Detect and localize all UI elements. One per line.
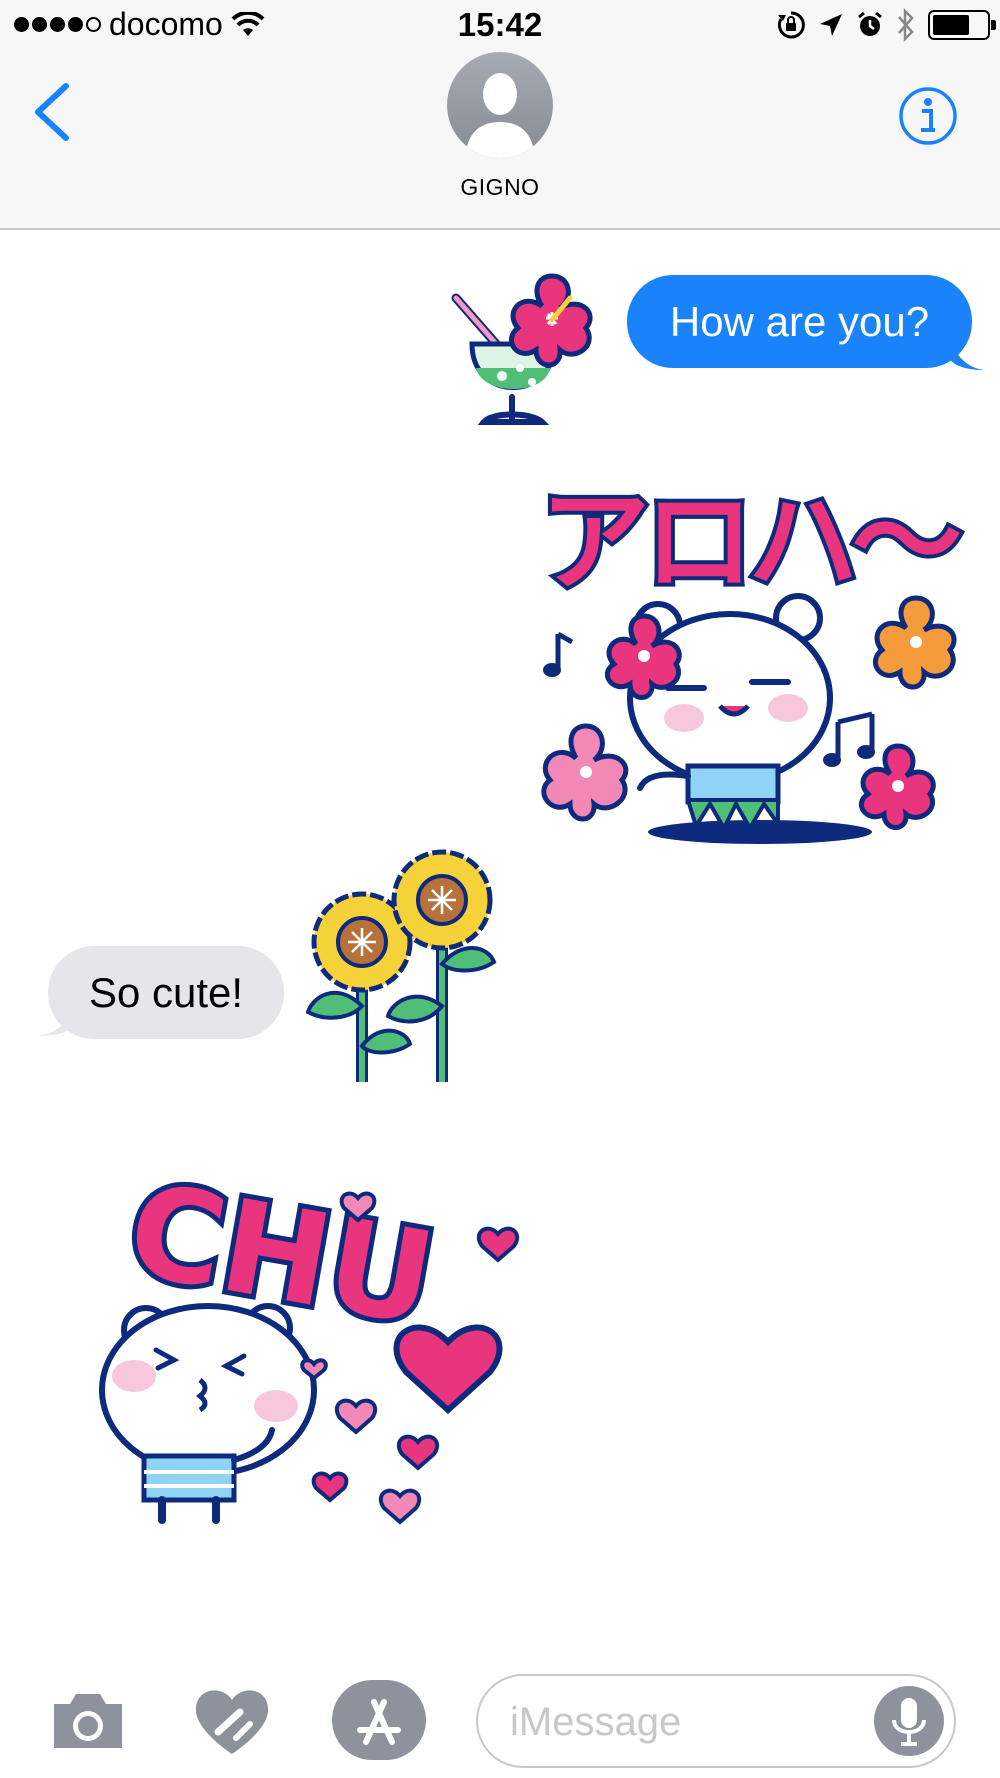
alarm-icon <box>858 11 882 36</box>
back-chevron-icon[interactable] <box>30 82 74 142</box>
sunflowers-sticker[interactable] <box>306 846 506 1086</box>
tropical-drink-sticker[interactable] <box>442 272 612 436</box>
incoming-message-text: So cute! <box>88 968 244 1016</box>
outgoing-message-bubble[interactable]: How are you? <box>627 275 972 368</box>
aloha-sticker-text: アロハ〜 <box>540 478 960 606</box>
person-silhouette-icon <box>465 73 535 158</box>
bluetooth-icon <box>898 8 914 42</box>
status-right <box>776 8 996 42</box>
message-input[interactable] <box>510 1694 840 1750</box>
battery-icon <box>928 10 996 40</box>
outgoing-message-text: How are you? <box>669 297 930 345</box>
conversation-header: GIGNO <box>0 52 1000 230</box>
location-arrow-icon <box>820 14 842 36</box>
aloha-bear-sticker[interactable]: アロハ〜 <box>528 470 978 850</box>
camera-icon[interactable] <box>50 1690 126 1750</box>
chu-bear-sticker[interactable]: CHU <box>88 1160 528 1540</box>
app-store-icon[interactable] <box>332 1680 426 1760</box>
contact-name[interactable]: GIGNO <box>0 174 1000 201</box>
dictation-button[interactable] <box>874 1686 944 1756</box>
imessage-text-field[interactable] <box>476 1674 956 1768</box>
incoming-message-bubble[interactable]: So cute! <box>48 946 284 1039</box>
contact-avatar[interactable] <box>447 52 553 158</box>
microphone-icon <box>892 1698 926 1746</box>
digital-touch-heart-icon[interactable] <box>192 1684 272 1758</box>
status-bar: docomo 15:42 <box>0 0 1000 52</box>
orientation-lock-icon <box>777 11 805 39</box>
info-icon[interactable] <box>898 86 958 146</box>
message-input-bar <box>0 1662 1000 1778</box>
